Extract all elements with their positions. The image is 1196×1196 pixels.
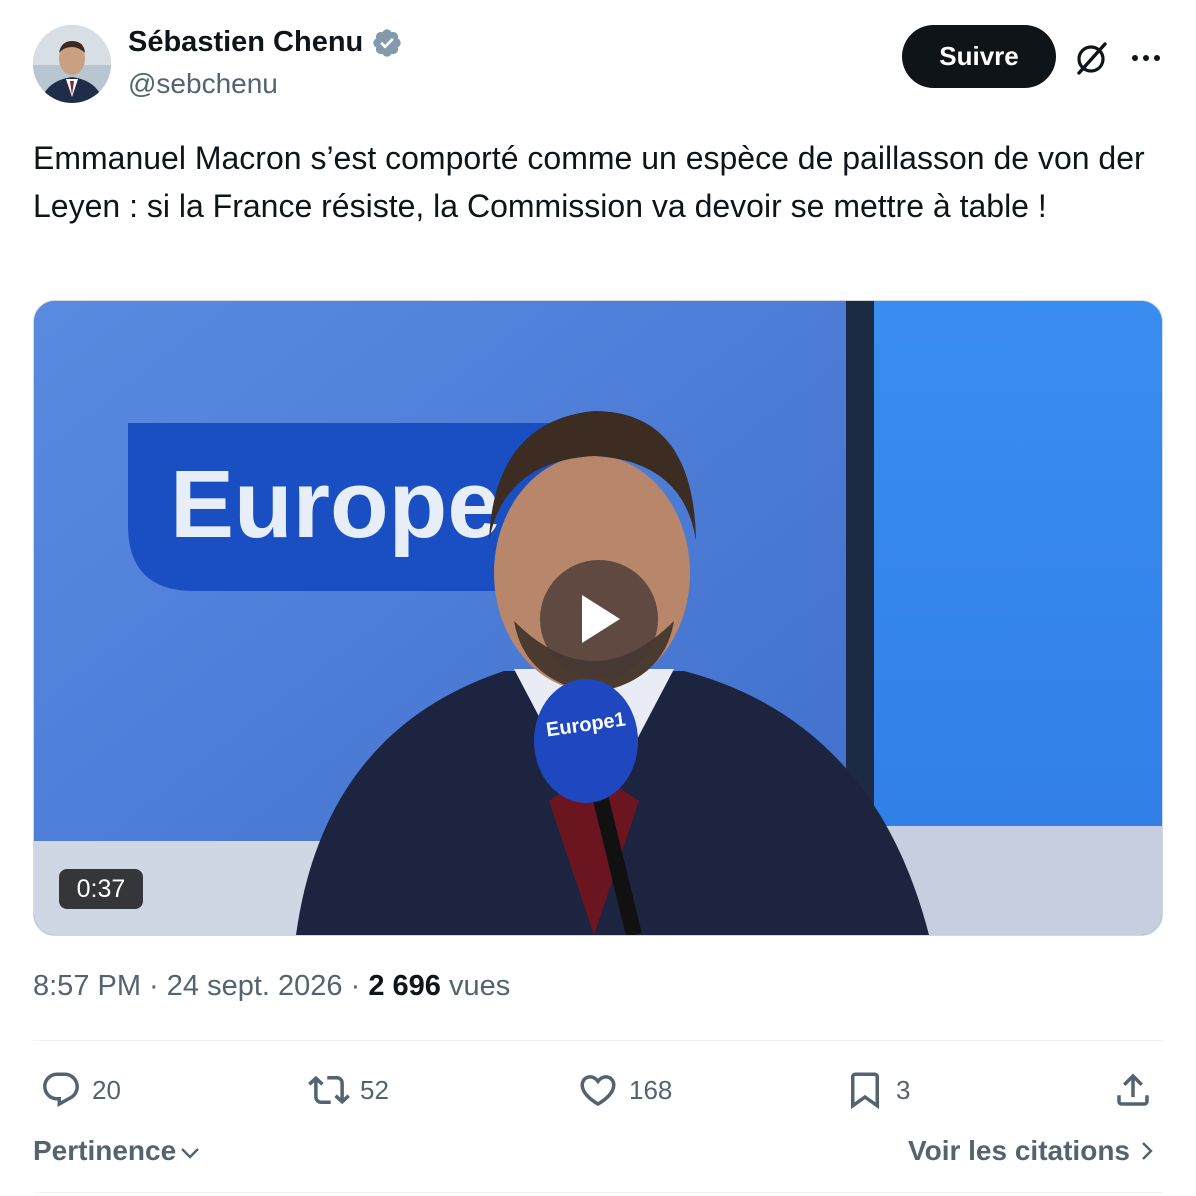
repost-count: 52 xyxy=(360,1074,389,1105)
view-quotes-link[interactable]: Voir les citations xyxy=(908,1135,1158,1167)
reply-icon xyxy=(43,1072,79,1107)
divider xyxy=(33,1192,1163,1193)
like-count: 168 xyxy=(629,1074,673,1105)
play-icon xyxy=(582,595,620,643)
sort-label: Pertinence xyxy=(33,1135,177,1166)
video-duration: 0:37 xyxy=(59,869,143,909)
verified-badge-icon xyxy=(373,28,401,57)
bookmark-icon xyxy=(851,1072,879,1110)
tweet-date[interactable]: 24 sept. 2026 xyxy=(167,970,343,1002)
author-name-row[interactable]: Sébastien Chenu xyxy=(128,26,403,59)
tweet-text: Emmanuel Macron s’est comporté comme un … xyxy=(33,140,1145,224)
heart-icon xyxy=(580,1075,616,1107)
grok-icon[interactable] xyxy=(1070,37,1112,79)
author-handle[interactable]: @sebchenu xyxy=(128,68,278,100)
video-player[interactable]: Europe 1 Europe1 0:37 xyxy=(33,300,1163,936)
meta-separator: · xyxy=(342,970,369,1002)
bookmark-button[interactable]: 3 xyxy=(844,1066,910,1114)
quotes-label: Voir les citations xyxy=(908,1135,1130,1166)
more-icon[interactable] xyxy=(1128,40,1164,76)
share-icon xyxy=(1117,1073,1149,1106)
tweet-time[interactable]: 8:57 PM xyxy=(33,970,141,1002)
divider xyxy=(33,1040,1163,1041)
sort-dropdown[interactable]: Pertinence xyxy=(33,1135,202,1167)
play-button[interactable] xyxy=(540,560,658,678)
meta-separator: · xyxy=(141,970,167,1002)
avatar[interactable] xyxy=(33,25,111,103)
bookmark-count: 3 xyxy=(896,1074,911,1105)
like-button[interactable]: 168 xyxy=(577,1066,672,1114)
repost-icon xyxy=(308,1075,350,1105)
reply-count: 20 xyxy=(92,1074,121,1105)
views-label: vues xyxy=(448,970,511,1002)
reply-button[interactable]: 20 xyxy=(40,1066,121,1114)
follow-button[interactable]: Suivre xyxy=(902,25,1056,88)
views-count: 2 696 xyxy=(368,970,441,1002)
chevron-right-icon xyxy=(1142,1142,1153,1160)
chevron-down-icon xyxy=(181,1148,200,1159)
share-button[interactable] xyxy=(1112,1066,1164,1114)
author-display-name[interactable]: Sébastien Chenu xyxy=(128,26,363,59)
repost-button[interactable]: 52 xyxy=(308,1066,389,1114)
tweet-meta: 8:57 PM · 24 sept. 2026 · 2 696 vues xyxy=(33,970,510,1003)
